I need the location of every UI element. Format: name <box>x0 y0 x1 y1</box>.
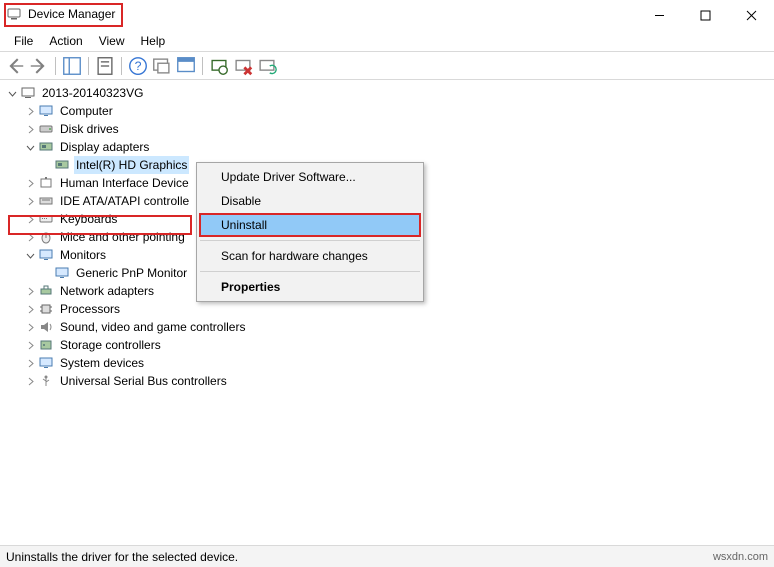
usb-icon <box>38 373 54 389</box>
tree-sound[interactable]: Sound, video and game controllers <box>2 318 772 336</box>
cm-separator <box>200 240 420 241</box>
menu-help[interactable]: Help <box>133 32 174 50</box>
disk-icon <box>38 121 54 137</box>
cm-update-driver[interactable]: Update Driver Software... <box>199 165 421 189</box>
tree-root-label: 2013-20140323VG <box>40 84 145 102</box>
tree-root[interactable]: 2013-20140323VG <box>2 84 772 102</box>
monitor-icon <box>38 355 54 371</box>
expand-icon[interactable] <box>24 123 36 135</box>
expand-icon[interactable] <box>24 195 36 207</box>
forward-button[interactable] <box>28 55 50 77</box>
tree-processors[interactable]: Processors <box>2 300 772 318</box>
close-button[interactable] <box>728 0 774 30</box>
title-highlight: Device Manager <box>4 3 123 27</box>
cm-disable[interactable]: Disable <box>199 189 421 213</box>
help-button[interactable]: ? <box>127 55 149 77</box>
display-adapter-icon <box>38 139 54 155</box>
expand-icon[interactable] <box>24 285 36 297</box>
monitor-icon <box>54 265 70 281</box>
toolbar-btn-6[interactable] <box>175 55 197 77</box>
expand-icon[interactable] <box>24 177 36 189</box>
toolbar-separator <box>202 57 203 75</box>
hid-icon <box>38 175 54 191</box>
expand-icon[interactable] <box>24 105 36 117</box>
uninstall-device-button[interactable] <box>232 55 254 77</box>
expand-icon[interactable] <box>24 213 36 225</box>
properties-button[interactable] <box>94 55 116 77</box>
show-hide-tree-button[interactable] <box>61 55 83 77</box>
monitor-icon <box>38 103 54 119</box>
collapse-icon[interactable] <box>24 249 36 261</box>
expand-icon[interactable] <box>24 357 36 369</box>
expand-icon[interactable] <box>24 339 36 351</box>
expand-icon[interactable] <box>24 231 36 243</box>
menu-action[interactable]: Action <box>41 32 90 50</box>
titlebar: Device Manager <box>0 0 774 30</box>
expand-icon[interactable] <box>24 375 36 387</box>
maximize-button[interactable] <box>682 0 728 30</box>
toolbar-separator <box>88 57 89 75</box>
tree-storage[interactable]: Storage controllers <box>2 336 772 354</box>
status-text: Uninstalls the driver for the selected d… <box>6 550 238 564</box>
statusbar: Uninstalls the driver for the selected d… <box>0 545 774 567</box>
back-button[interactable] <box>4 55 26 77</box>
computer-icon <box>20 85 36 101</box>
menu-file[interactable]: File <box>6 32 41 50</box>
tree-usb[interactable]: Universal Serial Bus controllers <box>2 372 772 390</box>
tree-system[interactable]: System devices <box>2 354 772 372</box>
expand-icon[interactable] <box>24 303 36 315</box>
toolbar: ? <box>0 52 774 80</box>
scan-hardware-button[interactable] <box>208 55 230 77</box>
cm-uninstall[interactable]: Uninstall <box>199 213 421 237</box>
collapse-icon[interactable] <box>24 141 36 153</box>
cm-scan-hardware[interactable]: Scan for hardware changes <box>199 244 421 268</box>
mouse-icon <box>38 229 54 245</box>
cm-properties[interactable]: Properties <box>199 275 421 299</box>
context-menu: Update Driver Software... Disable Uninst… <box>196 162 424 302</box>
tree-computer[interactable]: Computer <box>2 102 772 120</box>
toolbar-separator <box>121 57 122 75</box>
ide-icon <box>38 193 54 209</box>
menu-view[interactable]: View <box>91 32 133 50</box>
collapse-icon[interactable] <box>6 87 18 99</box>
toolbar-btn-5[interactable] <box>151 55 173 77</box>
expand-icon[interactable] <box>24 321 36 333</box>
monitor-icon <box>38 247 54 263</box>
toolbar-separator <box>55 57 56 75</box>
display-adapter-icon <box>54 157 70 173</box>
minimize-button[interactable] <box>636 0 682 30</box>
network-icon <box>38 283 54 299</box>
tree-disk-drives[interactable]: Disk drives <box>2 120 772 138</box>
tree-display-adapters[interactable]: Display adapters <box>2 138 772 156</box>
menubar: File Action View Help <box>0 30 774 52</box>
svg-text:?: ? <box>135 59 142 73</box>
window-controls <box>636 0 774 30</box>
update-driver-button[interactable] <box>256 55 278 77</box>
storage-icon <box>38 337 54 353</box>
watermark: wsxdn.com <box>713 551 768 563</box>
cpu-icon <box>38 301 54 317</box>
device-manager-icon <box>6 6 22 22</box>
sound-icon <box>38 319 54 335</box>
window-title: Device Manager <box>28 7 115 21</box>
keyboard-icon <box>38 211 54 227</box>
cm-separator <box>200 271 420 272</box>
